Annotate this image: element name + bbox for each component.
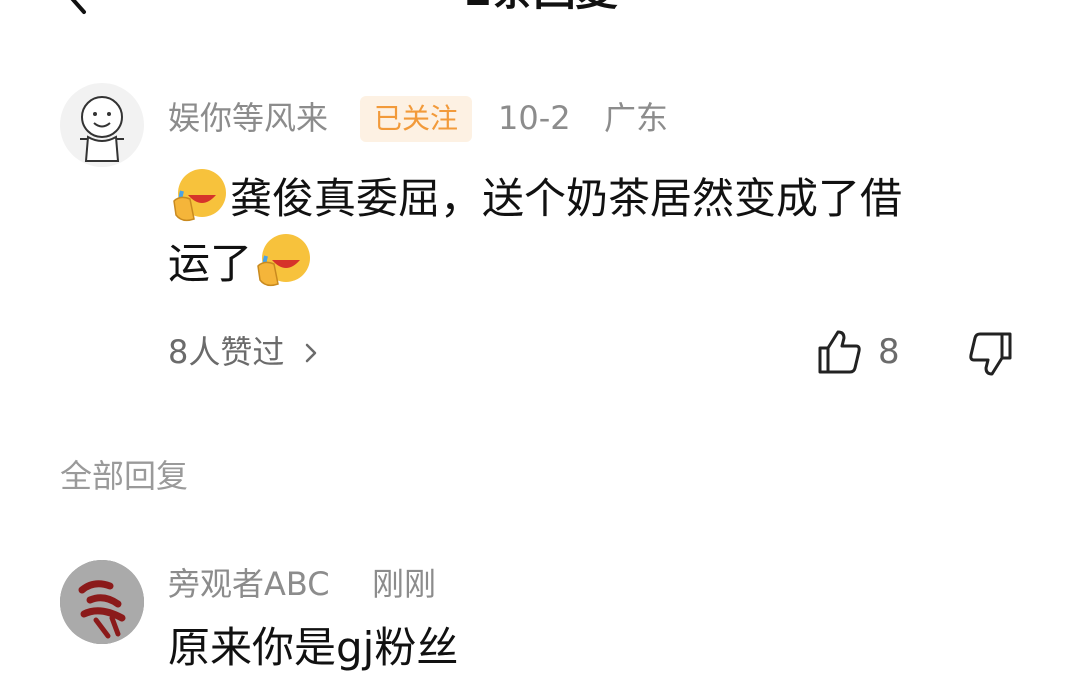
chevron-right-icon: [305, 343, 316, 363]
face-palm-laughing-emoji: [257, 234, 311, 287]
reply-text: 原来你是gj粉丝: [168, 623, 459, 672]
comment-text-line2: 运了: [168, 239, 253, 288]
follow-status-badge[interactable]: 已关注: [360, 96, 473, 142]
likers-link[interactable]: 8人赞过: [168, 332, 321, 372]
like-button[interactable]: [814, 326, 866, 378]
like-count: 8: [878, 332, 900, 372]
all-replies-label: 全部回复: [60, 457, 189, 495]
comment-text: 龚俊真委屈，送个奶茶居然变成了借运了: [168, 165, 1028, 295]
comment-location: 广东: [604, 99, 669, 137]
reply-time: 刚刚: [372, 565, 437, 603]
comment-username[interactable]: 娱你等风来: [168, 98, 328, 138]
avatar[interactable]: [60, 83, 144, 167]
thumbs-down-icon: [969, 332, 1012, 376]
page-title: 1条回复: [0, 0, 1080, 16]
comment-date: 10-2: [498, 99, 571, 137]
dislike-button[interactable]: [964, 328, 1016, 380]
reply-avatar[interactable]: [60, 560, 144, 644]
thumbs-up-icon: [818, 330, 861, 374]
reply-username[interactable]: 旁观者ABC: [168, 564, 330, 604]
face-palm-laughing-emoji: [173, 169, 226, 222]
comment-text-line1: 龚俊真委屈，送个奶茶居然变成了借: [230, 174, 903, 223]
likers-label: 8人赞过: [168, 333, 285, 371]
